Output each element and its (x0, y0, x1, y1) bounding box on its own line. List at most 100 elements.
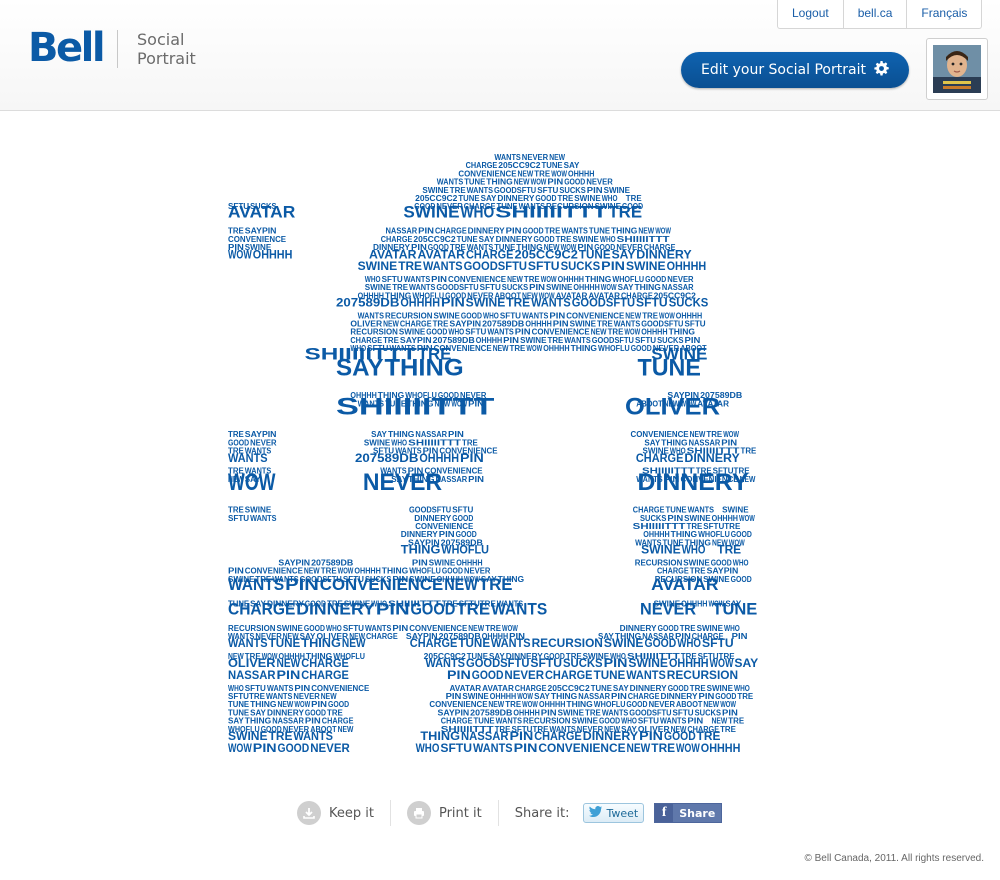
print-it-button[interactable]: Print it (406, 801, 482, 825)
edit-social-portrait-button[interactable]: Edit your Social Portrait (681, 52, 909, 88)
facebook-share-button[interactable]: f Share (654, 803, 723, 823)
portrait-word: WANTS (423, 259, 463, 273)
print-icon (406, 801, 431, 825)
portrait-word: SAY (336, 355, 384, 382)
portrait-word: OHHHH (701, 741, 741, 755)
product-name-line2: Portrait (137, 49, 196, 68)
portrait-word: CONVENIENCE (320, 575, 443, 594)
portrait-word: WOW (526, 344, 542, 353)
portrait-word: WHO (416, 741, 440, 755)
portrait-word: CHARGE (228, 600, 295, 619)
portrait-word: SUCKS (669, 296, 709, 310)
francais-link[interactable]: Français (906, 0, 981, 28)
portrait-word: TRE (741, 447, 757, 456)
portrait-word: TUNE (269, 636, 301, 650)
portrait-word: AVATAR (228, 202, 295, 221)
divider (497, 800, 499, 826)
portrait-word: SFTU (228, 514, 249, 523)
portrait-word: WHOFLU (441, 543, 489, 557)
top-links: Logout bell.ca Français (777, 0, 983, 29)
logout-link[interactable]: Logout (778, 0, 843, 28)
portrait-word: TRE (717, 543, 741, 557)
gear-icon (874, 60, 889, 80)
portrait-word: SWINE (403, 202, 459, 221)
portrait-word: SHIIIIITTT (336, 394, 495, 421)
portrait-word: PIN (277, 668, 301, 682)
portrait-word: OLIVER (625, 394, 720, 421)
portrait-word: OHHHH (253, 247, 293, 261)
profile-avatar[interactable] (926, 38, 988, 100)
portrait-word: NEW (627, 741, 651, 755)
tweet-button[interactable]: Tweet (583, 803, 645, 823)
portrait-word: WANTS (250, 514, 277, 523)
portrait-word: WANTS (228, 451, 268, 465)
portrait-word: SFTU (440, 741, 472, 755)
twitter-bird-icon (589, 806, 603, 820)
header: Bell Social Portrait Logout bell.ca Fran… (0, 0, 1000, 111)
portrait-word: PIN (460, 451, 484, 465)
portrait-word: CHARGE (410, 636, 458, 650)
portrait-word: WHO (677, 636, 701, 650)
portrait-word: PIN (441, 296, 465, 310)
portrait-word: THING (401, 543, 441, 557)
portrait-word: SHIIIIITTT (495, 202, 608, 221)
portrait-word: WANTS (491, 600, 547, 619)
portrait-word: WANTS (228, 575, 284, 594)
profile-photo-icon (933, 45, 981, 93)
portrait-word: GOOD (731, 575, 752, 584)
portrait-word: SWINE (641, 543, 681, 557)
bell-logo[interactable]: Bell (28, 26, 106, 70)
portrait-word: TUNE (458, 636, 490, 650)
keep-it-label: Keep it (329, 805, 374, 821)
portrait-word: RECURSION (667, 668, 738, 682)
portrait-word: PIN (468, 475, 484, 484)
portrait-word: NEVER (363, 469, 442, 496)
portrait-word: CHARGE (301, 668, 349, 682)
copyright-text: © Bell Canada, 2011. All rights reserved… (804, 853, 984, 864)
portrait-word: GOOD (278, 741, 310, 755)
bell-ca-link[interactable]: bell.ca (842, 0, 907, 28)
portrait-word: CHARGE (366, 632, 398, 641)
portrait-word: WOW (676, 741, 700, 755)
portrait-word: GOOD (645, 636, 677, 650)
portrait-word: WOW (228, 247, 252, 261)
portrait-word: NEW (493, 344, 509, 353)
action-bar: Keep it Print it Share it: Tweet f Share (297, 798, 723, 828)
portrait-word: SWINE (604, 636, 644, 650)
portrait-word: GOOD (411, 600, 456, 619)
portrait-word: WHO (682, 543, 706, 557)
portrait-word: GOOD (631, 344, 652, 353)
portrait-word: WANTS (473, 741, 513, 755)
portrait-word: PIN (285, 575, 319, 594)
portrait-word: TRE (479, 575, 513, 594)
portrait-word: PIN (253, 741, 277, 755)
portrait-word: WANTS (531, 296, 571, 310)
portrait-word: TUNE (712, 600, 757, 619)
portrait-word: GOODSFTU (464, 259, 527, 273)
portrait-word: TRE (608, 202, 642, 221)
facebook-share-label: Share (679, 806, 716, 820)
portrait-word: WHO (461, 202, 495, 221)
portrait-word: NEW (338, 725, 354, 734)
portrait-word: SFTU (636, 296, 668, 310)
portrait-word: NEW (444, 575, 479, 594)
portrait-word: SWINE (626, 259, 666, 273)
divider (389, 800, 391, 826)
download-icon (297, 801, 321, 825)
portrait-word: THING (301, 636, 341, 650)
portrait-word: OHHHH (543, 344, 570, 353)
product-name-line1: Social (137, 30, 185, 49)
portrait-word: GOODSFTU (572, 296, 635, 310)
portrait-word: PIN (601, 259, 625, 273)
portrait-word: WHOFLU (598, 344, 630, 353)
portrait-word: WOW (228, 469, 276, 496)
portrait-word: TUNE (638, 355, 701, 382)
portrait-word: CONVENIENCE (538, 741, 625, 755)
portrait-word: NEW (342, 636, 366, 650)
portrait-word: OHHHH (667, 259, 707, 273)
keep-it-button[interactable]: Keep it (297, 801, 374, 825)
portrait-word: PIN (376, 600, 410, 619)
portrait-word: SWINE (358, 259, 398, 273)
portrait-word: WANTS (491, 636, 531, 650)
portrait-word: PIN (514, 741, 538, 755)
